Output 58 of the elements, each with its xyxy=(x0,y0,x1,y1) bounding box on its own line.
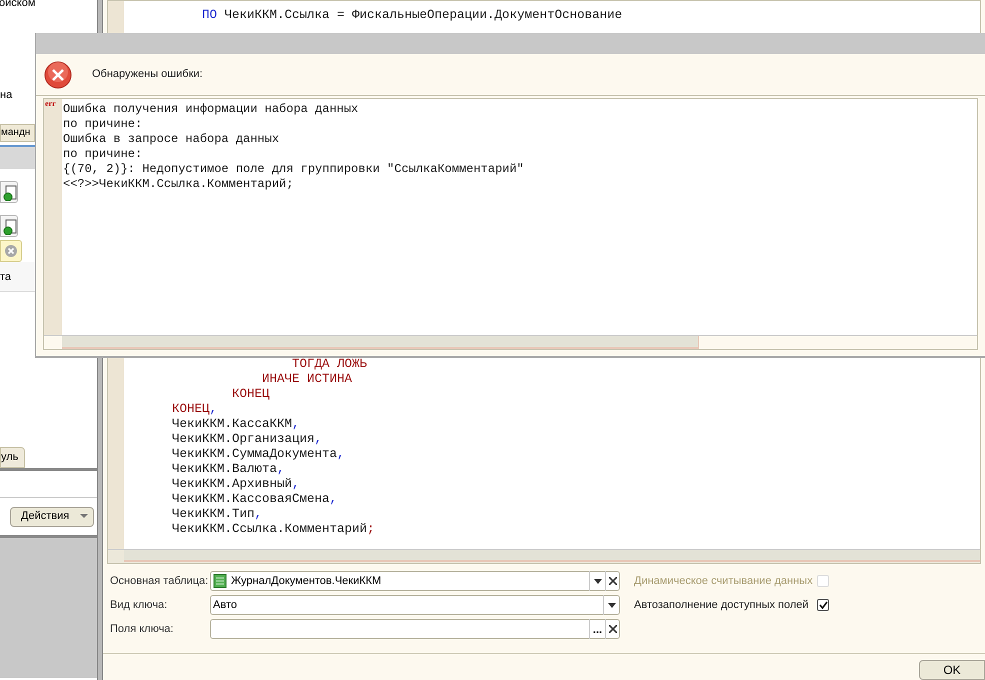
code-line: ЧекиККМ.Организация, xyxy=(171,432,324,447)
select-button[interactable]: ... xyxy=(589,619,605,639)
close-icon xyxy=(608,577,616,585)
code-line: ЧекиККМ.СуммаДокумента, xyxy=(171,447,346,462)
scrollbar-thumb[interactable] xyxy=(124,550,980,562)
code-line: ТОГДА ЛОЖЬ xyxy=(291,357,368,372)
clear-button[interactable] xyxy=(605,619,619,639)
caret-icon xyxy=(594,578,602,584)
error-line: Ошибка в запросе набора данных xyxy=(63,132,280,147)
code-line: ЧекиККМ.КассоваяСмена, xyxy=(171,492,338,507)
document-add-icon xyxy=(3,184,17,200)
error-icon xyxy=(44,60,72,88)
tab[interactable]: мандн xyxy=(0,124,35,142)
scrollbar[interactable] xyxy=(44,335,977,349)
error-line: {(70, 2)}: Недопустимое поле для группировки "СсылкаКомментарий" xyxy=(63,162,525,177)
error-line: <<?>>ЧекиККМ.Ссылка.Комментарий; xyxy=(63,177,294,192)
checkbox[interactable] xyxy=(817,599,829,611)
clear-icon xyxy=(4,244,18,258)
error-marker: err xyxy=(44,100,57,108)
caret-icon xyxy=(80,514,88,519)
code-line: ЧекиККМ.КассаККМ, xyxy=(171,417,301,432)
field-label: Вид ключа: xyxy=(110,598,168,613)
code-line: ЧекиККМ.Тип, xyxy=(171,507,264,522)
label-text: на xyxy=(0,88,14,102)
table-icon xyxy=(213,574,227,588)
code-line: ЧекиККМ.Архивный, xyxy=(171,477,301,492)
code-line: КОНЕЦ, xyxy=(171,402,218,417)
code-line: ПО ЧекиККМ.Ссылка = ФискальныеОперации.ДокументОснование xyxy=(201,8,624,23)
dropdown-button[interactable] xyxy=(603,595,619,615)
caret-icon xyxy=(608,602,616,608)
error-line: по причине: xyxy=(63,117,144,132)
document-add-button[interactable] xyxy=(0,181,18,203)
input-field[interactable] xyxy=(0,240,22,262)
input-field[interactable]: ... xyxy=(210,619,620,639)
ok-button[interactable]: OK xyxy=(919,660,985,680)
code-line: ЧекиККМ.Валюта, xyxy=(171,462,286,477)
document-add-icon xyxy=(3,218,17,234)
dropdown-button[interactable] xyxy=(589,571,605,591)
scrollbar[interactable] xyxy=(108,549,980,563)
error-line: по причине: xyxy=(63,147,144,162)
input-field[interactable]: ЖурналДокументов.ЧекиККМ xyxy=(210,571,620,591)
clear-button[interactable] xyxy=(605,571,619,591)
field-label: Поля ключа: xyxy=(110,622,174,637)
tab[interactable]: уль xyxy=(0,447,25,468)
scrollbar-thumb[interactable] xyxy=(62,336,699,349)
checkbox-label: Автозаполнение доступных полей xyxy=(634,598,809,613)
document-add-button[interactable] xyxy=(0,215,18,237)
code-line: КОНЕЦ xyxy=(231,387,271,402)
code-line: ИНАЧЕ ИСТИНА xyxy=(261,372,354,387)
error-line: Ошибка получения информации набора данных xyxy=(63,102,360,117)
check-icon xyxy=(818,601,828,609)
close-icon xyxy=(608,625,616,633)
error-text-area[interactable]: err Ошибка получения информации набора данных по причине: Ошибка в запросе набора данных по причине: {(70, 2)}: Недопустимое поле для группировки "СсылкаКомментарий" <<?>>ЧекиККМ.Ссылка.Комментарий; xyxy=(43,98,978,350)
actions-button[interactable]: Действия xyxy=(10,506,94,526)
input-field[interactable]: Авто xyxy=(210,595,620,615)
dialog-header: Обнаружены ошибки: xyxy=(92,67,203,82)
field-label: Основная таблица: xyxy=(110,574,210,589)
code-line: ЧекиККМ.Ссылка.Комментарий; xyxy=(171,522,376,537)
